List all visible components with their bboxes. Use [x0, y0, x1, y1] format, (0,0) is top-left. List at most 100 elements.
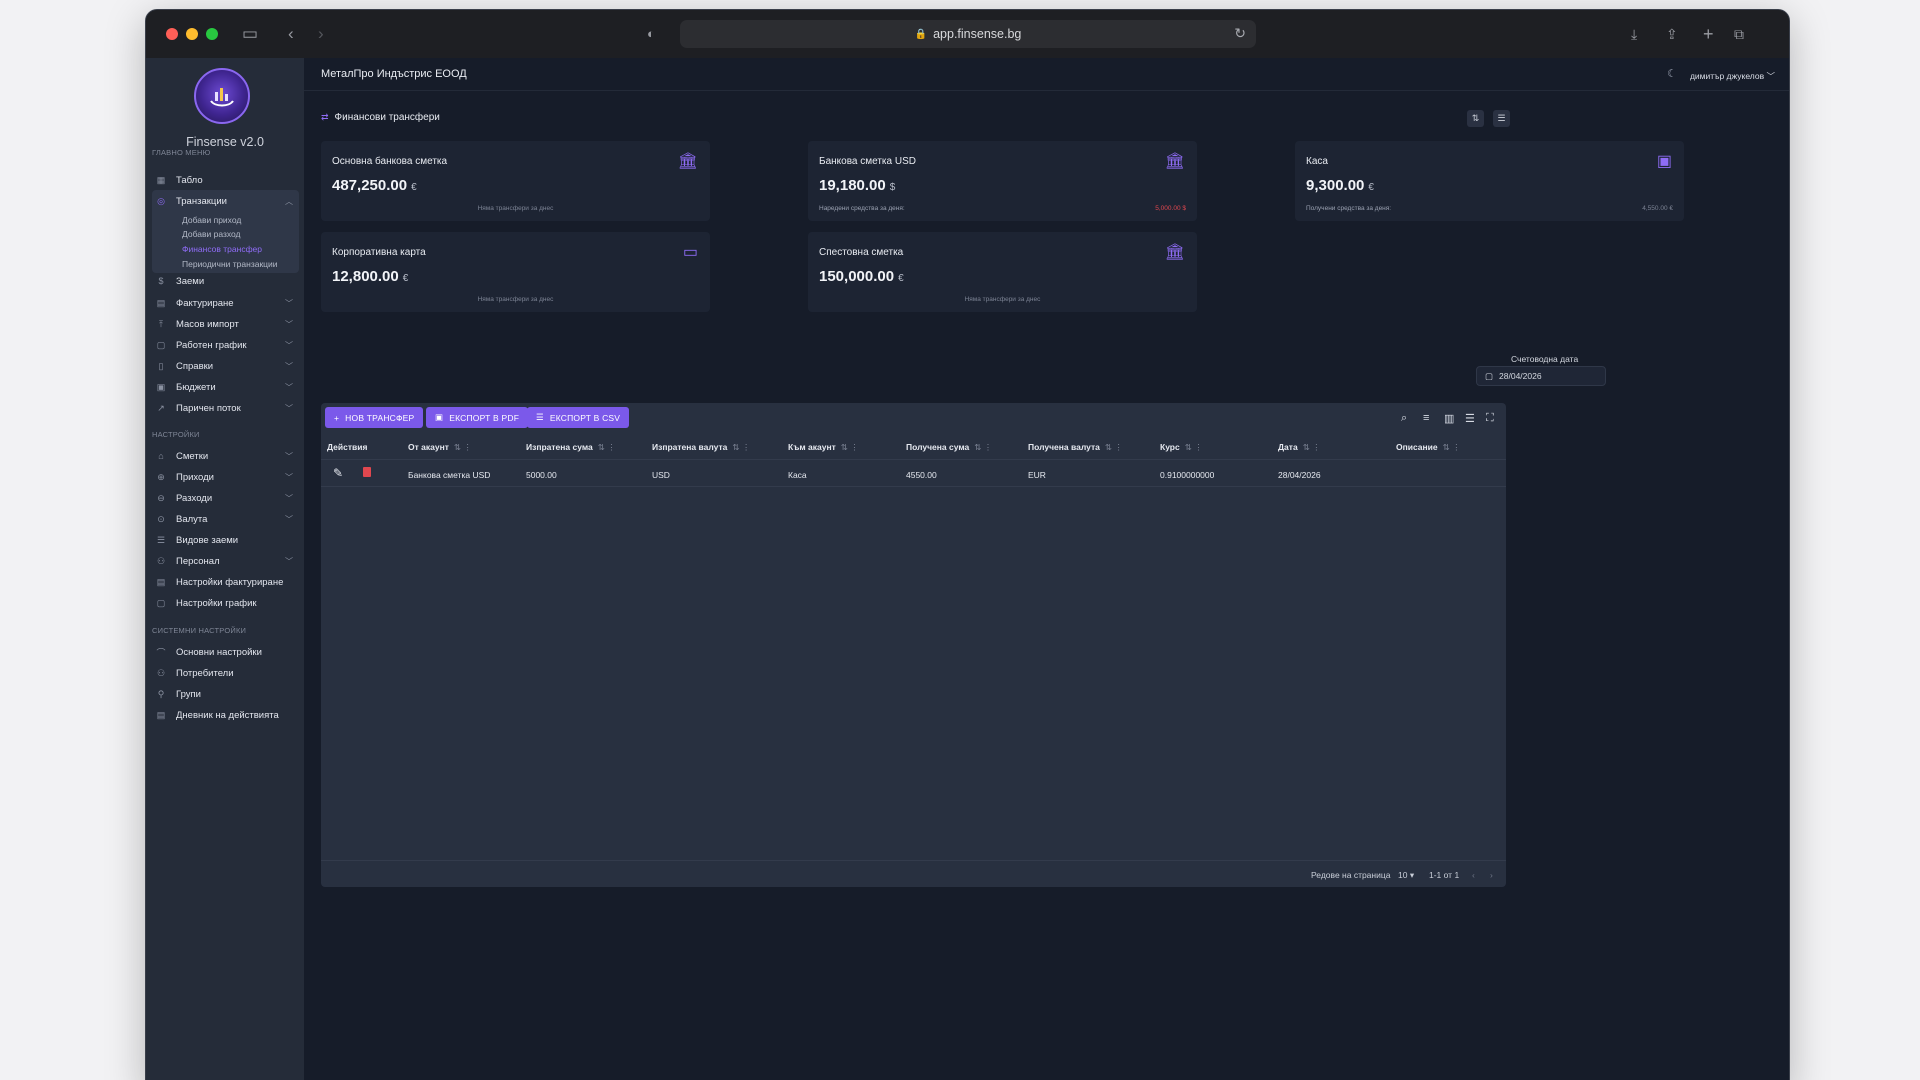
sidebar: Finsense v2.0 ГЛАВНО МЕНЮ ▦ Табло ◎ Транза…	[146, 58, 304, 1080]
column-header-to-account[interactable]: Към акаунт ⇅ ⋮	[788, 442, 859, 453]
address-bar[interactable]: 🔒 app.finsense.bg ↻	[680, 20, 1256, 48]
account-card[interactable]: Банкова сметка USD 19,180.00 $ 🏛 Наредени…	[808, 141, 1197, 221]
sidebar-item-label: Паричен поток	[176, 402, 241, 414]
submenu-add-expense[interactable]: Добави разход	[182, 229, 241, 239]
accounting-date-label: Счетоводна дата	[1511, 354, 1579, 364]
app-name: Finsense v2.0	[186, 135, 264, 149]
sidebar-item-work-schedule[interactable]: ▢ Работен график ﹀	[152, 334, 299, 356]
browser-titlebar: ▭ ‹ › ◐ 🔒 app.finsense.bg ↻ ⤓ ⇪ + ⧉	[146, 10, 1789, 58]
sidebar-item-dashboard[interactable]: ▦ Табло	[152, 169, 299, 191]
column-header-from-account[interactable]: От акаунт ⇅ ⋮	[408, 442, 472, 453]
sidebar-item-schedule-settings[interactable]: ▢ Настройки график	[152, 592, 299, 614]
column-header-received-currency[interactable]: Получена валута ⇅ ⋮	[1028, 442, 1123, 453]
sidebar-item-cash-flow[interactable]: ↗ Паричен поток ﹀	[152, 397, 299, 419]
columns-icon[interactable]: ▥	[1444, 412, 1454, 425]
sidebar-item-budgets[interactable]: ▣ Бюджети ﹀	[152, 376, 299, 398]
new-transfer-button[interactable]: + НОВ ТРАНСФЕР	[325, 407, 424, 428]
density-icon[interactable]: ☰	[1465, 412, 1475, 425]
column-header-rate[interactable]: Курс ⇅ ⋮	[1160, 442, 1203, 453]
sidebar-item-reports[interactable]: ▯ Справки ﹀	[152, 355, 299, 377]
accounting-date-field[interactable]: ▢ 28/04/2026	[1476, 366, 1606, 386]
download-icon[interactable]: ⤓	[1631, 22, 1637, 46]
edit-icon[interactable]: ✎	[333, 466, 343, 480]
delete-icon[interactable]	[363, 467, 371, 477]
account-name: Корпоративна карта	[332, 247, 426, 258]
share-icon[interactable]: ⇪	[1666, 22, 1678, 46]
transactions-submenu: Добави приход Добави разход Финансов тра…	[152, 212, 299, 273]
income-icon: ⊕	[157, 471, 165, 482]
submenu-financial-transfer[interactable]: Финансов трансфер	[182, 244, 262, 254]
filter-icon[interactable]: ≡	[1423, 412, 1429, 424]
prev-page-icon[interactable]: ‹	[1472, 870, 1475, 880]
account-balance: 150,000.00 €	[819, 268, 904, 285]
url-text: app.finsense.bg	[933, 27, 1022, 41]
budget-icon: ▣	[156, 381, 166, 392]
column-header-description[interactable]: Описание ⇅ ⋮	[1396, 442, 1461, 453]
rows-per-page-select[interactable]: 10 ▾	[1398, 870, 1414, 881]
account-transfer-amount: 4,550.00 €	[1642, 205, 1673, 212]
submenu-recurring-transactions[interactable]: Периодични транзакции	[182, 259, 278, 269]
column-header-received-amount[interactable]: Получена сума ⇅ ⋮	[906, 442, 992, 453]
zoom-window-button[interactable]	[206, 28, 218, 40]
sidebar-item-bulk-import[interactable]: ⤒ Масов импорт ﹀	[152, 313, 299, 335]
calendar-icon: ▢	[1485, 370, 1494, 381]
transactions-icon: ◎	[157, 195, 165, 206]
account-card[interactable]: Спестовна сметка 150,000.00 € 🏛 Няма тран…	[808, 232, 1197, 312]
chevron-down-icon: ﹀	[285, 514, 293, 524]
next-page-icon[interactable]: ›	[1490, 870, 1493, 880]
sidebar-toggle-icon[interactable]: ▭	[242, 22, 258, 46]
back-icon[interactable]: ‹	[288, 22, 294, 46]
sidebar-item-invoicing-settings[interactable]: ▤ Настройки фактуриране	[152, 571, 299, 593]
sidebar-item-expenses[interactable]: ⊖ Разходи ﹀	[152, 487, 299, 509]
column-header-sent-currency[interactable]: Изпратена валута ⇅ ⋮	[652, 442, 750, 453]
export-csv-button[interactable]: ☰ ЕКСПОРТ В CSV	[527, 407, 630, 428]
list-view-button[interactable]: ☰	[1493, 110, 1510, 127]
chevron-down-icon: ﹀	[285, 493, 293, 503]
account-card[interactable]: Корпоративна карта 12,800.00 € ▭ Няма тра…	[321, 232, 710, 312]
sidebar-item-invoicing[interactable]: ▤ Фактуриране ﹀	[152, 292, 299, 314]
account-card[interactable]: Основна банкова сметка 487,250.00 € 🏛 Ням…	[321, 141, 710, 221]
close-window-button[interactable]	[166, 28, 178, 40]
user-menu[interactable]: димитър джукелов ﹀	[1690, 70, 1775, 82]
forward-icon[interactable]: ›	[318, 22, 324, 46]
grid-icon: ▦	[156, 174, 166, 185]
search-icon[interactable]: ⌕	[1401, 412, 1407, 425]
sidebar-item-income[interactable]: ⊕ Приходи ﹀	[152, 466, 299, 488]
reload-icon[interactable]: ↻	[1234, 25, 1246, 42]
sidebar-item-label: Бюджети	[176, 381, 216, 393]
report-icon: ▯	[158, 360, 164, 371]
column-header-date[interactable]: Дата ⇅ ⋮	[1278, 442, 1321, 453]
cell-sent-amount: 5000.00	[526, 470, 557, 480]
minimize-window-button[interactable]	[186, 28, 198, 40]
top-bar: МеталПро Индъстрис ЕООД ☾ димитър джукел…	[304, 58, 1789, 91]
transfers-table: + НОВ ТРАНСФЕР ▣ ЕКСПОРТ В PDF ☰ ЕКСПОРТ В …	[321, 403, 1506, 887]
sidebar-item-accounts[interactable]: ⌂ Сметки ﹀	[152, 445, 299, 467]
tab-overview-icon[interactable]: ⧉	[1734, 22, 1744, 46]
sidebar-item-currency[interactable]: ⊙ Валута ﹀	[152, 508, 299, 530]
sidebar-item-label: Настройки фактуриране	[176, 576, 284, 588]
sidebar-item-loan-types[interactable]: ☰ Видове заеми	[152, 529, 299, 551]
plus-icon: +	[334, 412, 340, 423]
theme-toggle-icon[interactable]: ☾	[1667, 67, 1677, 80]
sidebar-item-transactions[interactable]: ◎ Транзакции ︿	[152, 190, 299, 212]
sidebar-item-groups[interactable]: ⚲ Групи	[152, 683, 299, 705]
privacy-shield-icon[interactable]: ◐	[647, 22, 655, 46]
new-tab-icon[interactable]: +	[1703, 22, 1714, 46]
submenu-add-income[interactable]: Добави приход	[182, 215, 241, 225]
sidebar-item-staff[interactable]: ⚇ Персонал ﹀	[152, 550, 299, 572]
fullscreen-icon[interactable]: ⛶	[1486, 412, 1494, 425]
log-icon: ▤	[156, 709, 166, 720]
export-pdf-button[interactable]: ▣ ЕКСПОРТ В PDF	[426, 407, 529, 428]
sidebar-item-users[interactable]: ⚇ Потребители	[152, 662, 299, 684]
account-card[interactable]: Каса 9,300.00 € ▣ Получени средства за де…	[1295, 141, 1684, 221]
sidebar-item-activity-log[interactable]: ▤ Дневник на действията	[152, 704, 299, 726]
sidebar-item-general-settings[interactable]: ⌒ Основни настройки	[152, 641, 299, 663]
sort-view-button[interactable]: ⇅	[1467, 110, 1484, 127]
column-header-sent-amount[interactable]: Изпратена сума ⇅ ⋮	[526, 442, 616, 453]
chevron-up-icon: ︿	[285, 196, 293, 206]
cell-date: 28/04/2026	[1278, 470, 1321, 480]
chevron-down-icon: ﹀	[285, 403, 293, 413]
user-name: димитър джукелов	[1689, 71, 1765, 81]
sidebar-item-loans[interactable]: $ Заеми	[152, 270, 299, 292]
bank-icon: ⌂	[158, 451, 164, 461]
